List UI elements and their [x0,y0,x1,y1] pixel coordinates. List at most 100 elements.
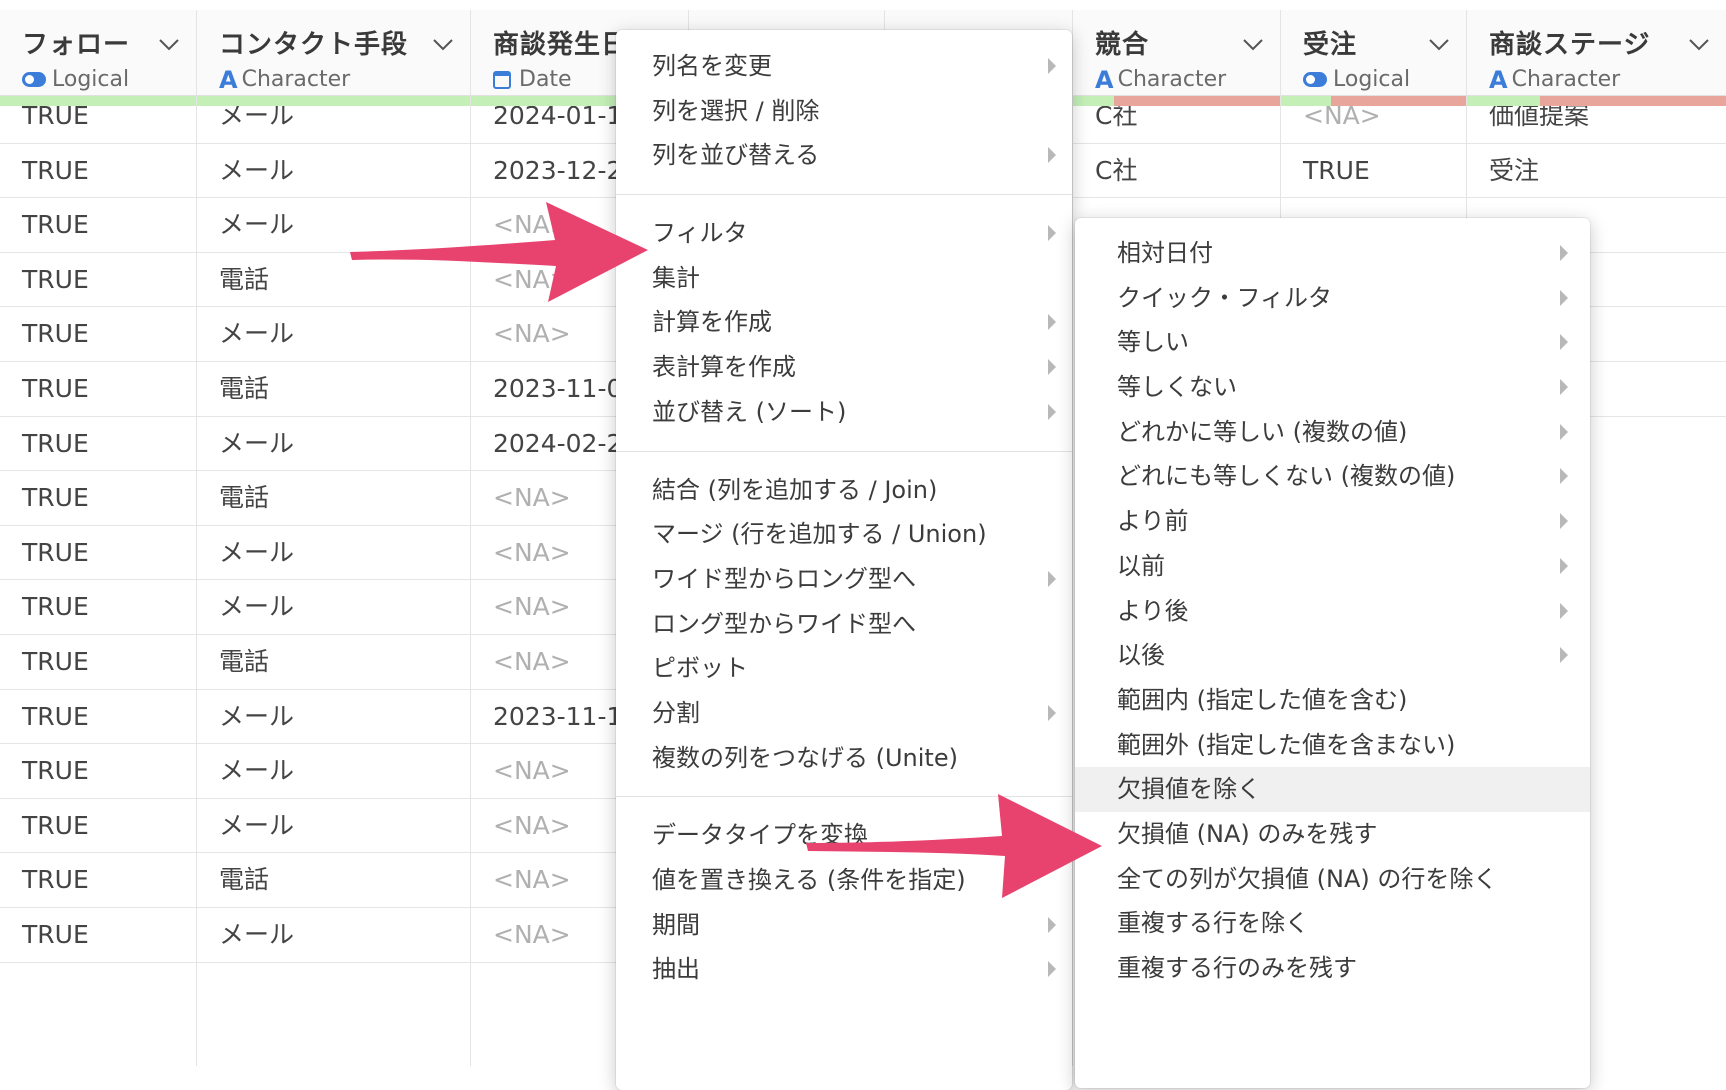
submenu-arrow-icon [1560,557,1568,574]
filter-item-quick-filter[interactable]: クイック・フィルタ [1075,276,1590,321]
chevron-down-icon[interactable] [1688,38,1710,52]
character-a-icon: A [219,65,238,94]
table-cell[interactable]: メール [197,908,470,963]
column-header[interactable]: 商談ステージ A Character [1467,10,1726,96]
menu-item-reorder-columns[interactable]: 列を並び替える [616,133,1072,178]
table-cell[interactable]: メール [197,690,470,745]
menu-separator [616,450,1072,452]
table-cell[interactable]: TRUE [0,744,196,799]
filter-item-relative-date[interactable]: 相対日付 [1075,231,1590,276]
filter-item-keep-duplicates[interactable]: 重複する行のみを残す [1075,946,1590,991]
column-header[interactable]: 競合 A Character [1073,10,1280,96]
column-header[interactable]: コンタクト手段 A Character [197,10,470,96]
table-cell[interactable]: TRUE [0,526,196,581]
table-cell[interactable]: メール [197,526,470,581]
menu-item-split[interactable]: 分割 [616,691,1072,736]
table-cell[interactable]: メール [197,580,470,635]
filter-item-in-range[interactable]: 範囲内 (指定した値を含む) [1075,678,1590,723]
menu-item-label: 値を置き換える (条件を指定) [652,866,966,894]
filter-item-remove-na[interactable]: 欠損値を除く [1075,767,1590,812]
character-a-icon: A [1489,65,1508,94]
table-cell[interactable]: C社 [1073,144,1280,199]
table-cell[interactable]: メール [197,144,470,199]
table-cell[interactable]: TRUE [0,362,196,417]
quality-missing [1114,96,1280,106]
submenu-arrow-icon [1048,147,1056,164]
column-type: Logical [52,67,130,92]
table-cell[interactable]: メール [197,744,470,799]
table-cell[interactable]: TRUE [0,198,196,253]
menu-item-join[interactable]: 結合 (列を追加する / Join) [616,468,1072,513]
menu-item-unite[interactable]: 複数の列をつなげる (Unite) [616,736,1072,781]
menu-item-extract[interactable]: 抽出 [616,947,1072,992]
menu-item-select-remove-column[interactable]: 列を選択 / 削除 [616,89,1072,134]
table-cell[interactable]: TRUE [0,253,196,308]
table-cell[interactable]: TRUE [0,908,196,963]
menu-item-summarize[interactable]: 集計 [616,256,1072,301]
menu-item-convert-data-type[interactable]: データタイプを変換 [616,813,1072,858]
table-cell[interactable]: TRUE [0,853,196,908]
quality-valid [471,96,621,106]
menu-separator [616,194,1072,196]
filter-item-remove-duplicates[interactable]: 重複する行を除く [1075,901,1590,946]
chevron-down-icon[interactable] [1428,38,1450,52]
table-cell[interactable]: 受注 [1467,144,1726,199]
table-cell[interactable]: 電話 [197,471,470,526]
table-cell[interactable]: メール [197,417,470,472]
filter-item-keep-na-only[interactable]: 欠損値 (NA) のみを残す [1075,812,1590,857]
menu-item-replace-values[interactable]: 値を置き換える (条件を指定) [616,858,1072,903]
filter-item-out-of-range[interactable]: 範囲外 (指定した値を含まない) [1075,723,1590,768]
table-cell[interactable]: TRUE [0,144,196,199]
table-cell[interactable]: TRUE [0,799,196,854]
chevron-down-icon[interactable] [432,38,454,52]
table-cell[interactable]: 電話 [197,635,470,690]
menu-item-filter[interactable]: フィルタ [616,211,1072,256]
filter-item-not-equal-any[interactable]: どれにも等しくない (複数の値) [1075,454,1590,499]
menu-item-rename-column[interactable]: 列名を変更 [616,44,1072,89]
menu-item-long-to-wide[interactable]: ロング型からワイド型へ [616,602,1072,647]
menu-item-wide-to-long[interactable]: ワイド型からロング型へ [616,557,1072,602]
filter-item-after[interactable]: より後 [1075,589,1590,634]
table-cell[interactable]: TRUE [0,580,196,635]
table-cell[interactable]: TRUE [0,690,196,745]
chevron-down-icon[interactable] [1242,38,1264,52]
submenu-arrow-icon [1048,704,1056,721]
table-cell[interactable]: メール [197,198,470,253]
table-cell[interactable]: メール [197,307,470,362]
menu-item-create-table-calculation[interactable]: 表計算を作成 [616,345,1072,390]
menu-item-label: 等しい [1117,328,1189,357]
filter-item-before[interactable]: より前 [1075,499,1590,544]
chevron-down-icon[interactable] [158,38,180,52]
menu-item-label: 列を並び替える [652,141,820,170]
filter-item-on-or-before[interactable]: 以前 [1075,544,1590,589]
table-cell[interactable]: 電話 [197,362,470,417]
menu-item-label: より後 [1117,596,1189,625]
menu-item-label: 範囲外 (指定した値を含まない) [1117,730,1456,759]
filter-item-on-or-after[interactable]: 以後 [1075,633,1590,678]
menu-item-label: 分割 [652,698,700,727]
menu-item-label: 集計 [652,263,700,292]
table-cell[interactable]: TRUE [1281,144,1466,199]
filter-item-equal-any[interactable]: どれかに等しい (複数の値) [1075,410,1590,455]
menu-item-sort[interactable]: 並び替え (ソート) [616,390,1072,435]
table-cell[interactable]: 電話 [197,253,470,308]
menu-item-pivot[interactable]: ピボット [616,646,1072,691]
menu-item-label: マージ (行を追加する / Union) [652,520,987,549]
menu-item-union[interactable]: マージ (行を追加する / Union) [616,512,1072,557]
table-cell[interactable]: メール [197,799,470,854]
table-cell[interactable]: TRUE [0,471,196,526]
table-cell[interactable]: TRUE [0,635,196,690]
table-cell[interactable]: TRUE [0,417,196,472]
filter-item-remove-all-na-rows[interactable]: 全ての列が欠損値 (NA) の行を除く [1075,857,1590,902]
quality-bar [0,96,196,106]
column-header[interactable]: フォロー Logical [0,10,196,96]
filter-item-equal[interactable]: 等しい [1075,320,1590,365]
table-cell[interactable]: 電話 [197,853,470,908]
column-header[interactable]: 受注 Logical [1281,10,1466,96]
menu-item-label: 列を選択 / 削除 [652,96,820,125]
character-a-icon: A [1095,65,1114,94]
menu-item-period[interactable]: 期間 [616,903,1072,948]
menu-item-create-calculation[interactable]: 計算を作成 [616,300,1072,345]
table-cell[interactable]: TRUE [0,307,196,362]
filter-item-not-equal[interactable]: 等しくない [1075,365,1590,410]
